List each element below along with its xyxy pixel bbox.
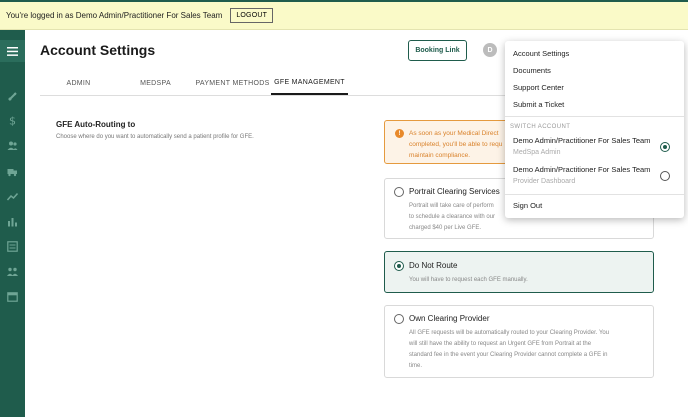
section-title: GFE Auto-Routing to: [56, 120, 136, 129]
account-name: Demo Admin/Practitioner For Sales Team: [513, 136, 651, 145]
warning-icon: !: [395, 129, 404, 138]
menu-item-account-settings[interactable]: Account Settings: [513, 49, 569, 58]
option-description: You will have to request each GFE manual…: [409, 277, 528, 283]
users-icon[interactable]: [4, 138, 21, 152]
group-icon[interactable]: [4, 264, 21, 278]
menu-divider: [505, 194, 684, 195]
account-name: Demo Admin/Practitioner For Sales Team: [513, 165, 651, 174]
sidebar: $: [0, 30, 25, 417]
account-radio[interactable]: [660, 171, 670, 181]
tab-medspa[interactable]: MEDSPA: [117, 72, 194, 95]
list-icon[interactable]: [4, 239, 21, 253]
portrait-clearing-radio[interactable]: [394, 187, 404, 197]
tab-gfe-management[interactable]: GFE MANAGEMENT: [271, 72, 348, 95]
switch-account-medspa-admin[interactable]: Demo Admin/Practitioner For Sales Team M…: [513, 136, 678, 162]
dollar-icon[interactable]: $: [4, 113, 21, 127]
bar-chart-icon[interactable]: [4, 214, 21, 228]
section-description: Choose where do you want to automaticall…: [56, 134, 254, 140]
account-radio-selected[interactable]: [660, 142, 670, 152]
option-own-clearing-provider[interactable]: Own Clearing Provider All GFE requests w…: [384, 305, 654, 378]
logout-button[interactable]: LOGOUT: [230, 8, 274, 23]
option-label: Own Clearing Provider: [409, 314, 490, 323]
menu-icon[interactable]: [0, 40, 25, 62]
own-clearing-provider-radio[interactable]: [394, 314, 404, 324]
account-role: Provider Dashboard: [513, 178, 576, 185]
menu-divider: [505, 116, 684, 117]
switch-account-header: SWITCH ACCOUNT: [510, 124, 571, 130]
account-dropdown-menu: Account Settings Documents Support Cente…: [505, 41, 684, 218]
option-do-not-route[interactable]: Do Not Route You will have to request ea…: [384, 251, 654, 293]
option-label: Do Not Route: [409, 261, 458, 270]
option-label: Portrait Clearing Services: [409, 187, 500, 196]
menu-item-sign-out[interactable]: Sign Out: [513, 201, 542, 210]
calendar-icon[interactable]: [4, 289, 21, 303]
tab-payment-methods[interactable]: PAYMENT METHODS: [194, 72, 271, 95]
option-description: Portrait will take care of perform to sc…: [409, 203, 496, 231]
svg-text:$: $: [9, 115, 16, 126]
tab-admin[interactable]: ADMIN: [40, 72, 117, 95]
account-role: MedSpa Admin: [513, 149, 561, 156]
settings-tabs: ADMIN MEDSPA PAYMENT METHODS GFE MANAGEM…: [40, 72, 348, 95]
menu-item-submit-ticket[interactable]: Submit a Ticket: [513, 100, 564, 109]
login-banner-text: You're logged in as Demo Admin/Practitio…: [6, 11, 223, 20]
option-description: All GFE requests will be automatically r…: [409, 330, 610, 369]
avatar[interactable]: D: [483, 43, 497, 57]
truck-icon[interactable]: [4, 164, 21, 178]
trend-icon[interactable]: [4, 189, 21, 203]
switch-account-provider-dashboard[interactable]: Demo Admin/Practitioner For Sales Team P…: [513, 165, 678, 191]
menu-item-documents[interactable]: Documents: [513, 66, 551, 75]
booking-link-button[interactable]: Booking Link: [408, 40, 467, 61]
do-not-route-radio[interactable]: [394, 261, 404, 271]
login-banner: You're logged in as Demo Admin/Practitio…: [0, 2, 688, 30]
menu-item-support-center[interactable]: Support Center: [513, 83, 564, 92]
syringe-icon[interactable]: [4, 89, 21, 103]
page-title: Account Settings: [40, 42, 156, 58]
